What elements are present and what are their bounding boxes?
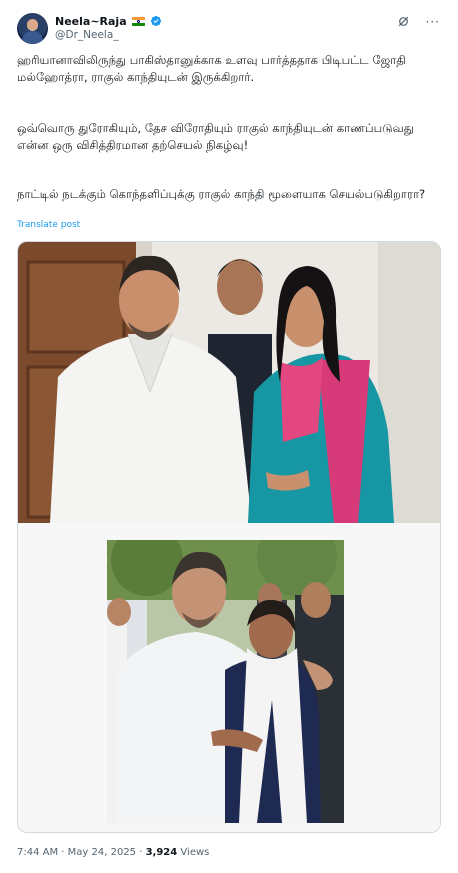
- display-name[interactable]: Neela~Raja: [55, 15, 127, 28]
- avatar-head-shape: [27, 19, 38, 30]
- user-handle[interactable]: @Dr_Neela_: [55, 29, 119, 41]
- meta-separator: ·: [58, 847, 68, 858]
- post-paragraph: ஹரியானாவிலிருந்து பாகிஸ்தானுக்காக உளவு ப…: [17, 53, 406, 84]
- photo-image[interactable]: [107, 540, 344, 823]
- grok-icon[interactable]: [397, 15, 410, 28]
- media-second-panel: [18, 523, 440, 832]
- post-meta: 7:44 AM · May 24, 2025 · 3,924 Views: [17, 847, 209, 858]
- meta-separator: ·: [136, 847, 146, 858]
- photo-image[interactable]: [18, 242, 440, 523]
- post-header: Neela~Raja @Dr_Neela_ ···: [17, 13, 442, 45]
- post-date[interactable]: May 24, 2025: [68, 847, 136, 858]
- more-options-icon[interactable]: ···: [426, 16, 440, 28]
- verified-badge-icon: [150, 15, 161, 27]
- photo-illustration: [18, 242, 440, 523]
- translate-post-link[interactable]: Translate post: [17, 220, 80, 230]
- views-count: 3,924: [145, 847, 178, 858]
- avatar-body-shape: [22, 31, 43, 44]
- media-card[interactable]: [17, 241, 441, 833]
- india-flag-icon: [131, 16, 145, 26]
- name-row: Neela~Raja: [55, 13, 162, 29]
- post-paragraph: ஒவ்வொரு துரோகியும், தேச விரோதியும் ராகுல…: [17, 121, 414, 152]
- post-paragraph: நாட்டில் நடக்கும் கொந்தளிப்புக்கு ராகுல்…: [17, 187, 426, 201]
- avatar[interactable]: [17, 13, 48, 44]
- photo-illustration: [107, 540, 344, 823]
- views-label: Views: [177, 847, 210, 858]
- post-time[interactable]: 7:44 AM: [17, 847, 58, 858]
